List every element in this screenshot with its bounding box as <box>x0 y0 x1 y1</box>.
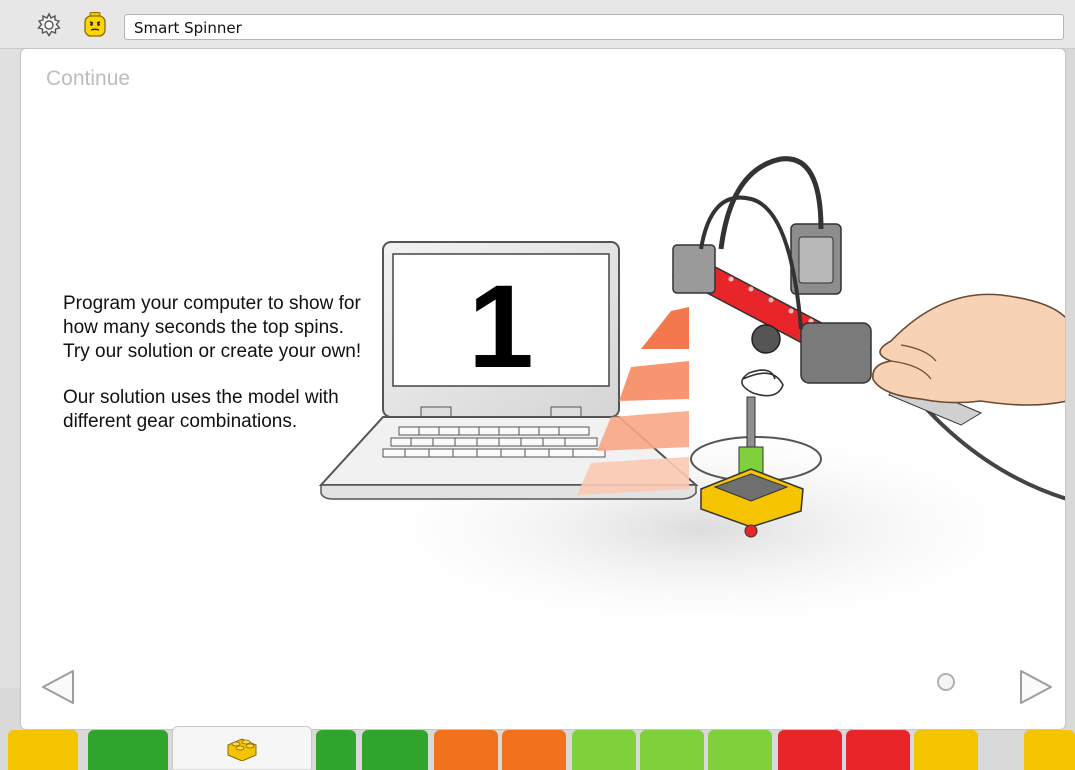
palette-block-red-2[interactable] <box>846 730 910 770</box>
palette-block-orange-1[interactable] <box>434 730 498 770</box>
palette-block-green-1[interactable] <box>88 730 168 770</box>
profile-button[interactable] <box>80 10 110 40</box>
left-edge <box>0 48 20 688</box>
palette-block-green-2[interactable] <box>316 730 356 770</box>
top-toolbar: Smart Spinner <box>0 0 1075 49</box>
block-palette <box>0 688 1075 770</box>
palette-block-lime-3[interactable] <box>708 730 772 770</box>
project-title-field[interactable]: Smart Spinner <box>124 14 1064 40</box>
smart-spinner-illustration: 1 <box>318 156 1065 639</box>
minifigure-face-icon <box>84 12 106 37</box>
palette-tab-bricks[interactable] <box>172 726 312 769</box>
palette-block-green-3[interactable] <box>362 730 428 770</box>
palette-block-yellow-3[interactable] <box>1024 730 1075 770</box>
hand-illustration <box>872 293 1065 406</box>
lego-brick-icon <box>227 738 257 761</box>
content-panel: Continue Program your computer to show f… <box>20 48 1066 730</box>
palette-block-yellow-2[interactable] <box>914 730 978 770</box>
settings-button[interactable] <box>34 10 64 40</box>
palette-block-lime-2[interactable] <box>640 730 704 770</box>
gear-icon <box>37 12 61 37</box>
laptop-screen-number: 1 <box>468 261 534 393</box>
palette-block-orange-2[interactable] <box>502 730 566 770</box>
palette-block-red-1[interactable] <box>778 730 842 770</box>
palette-block-lime-1[interactable] <box>572 730 636 770</box>
palette-block-yellow[interactable] <box>8 730 78 770</box>
